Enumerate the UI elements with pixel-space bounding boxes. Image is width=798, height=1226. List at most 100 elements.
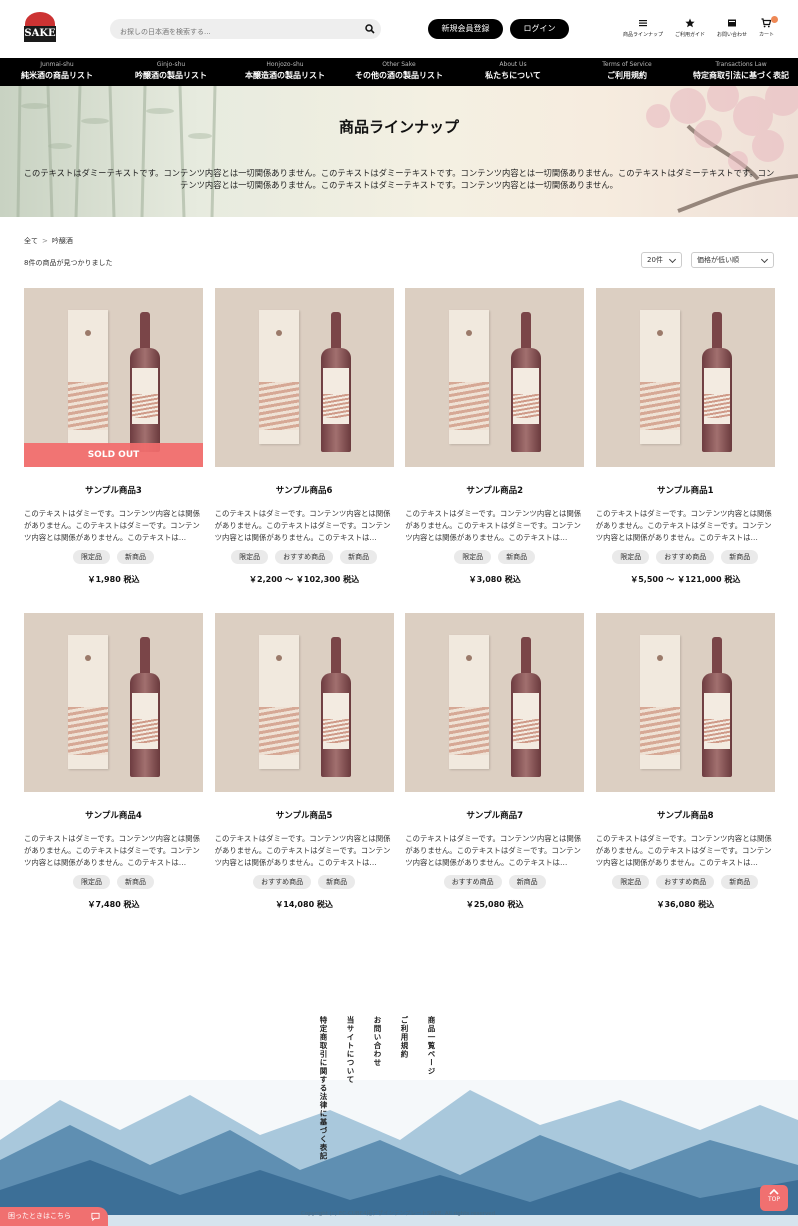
product-bottle-image (701, 312, 732, 452)
product-name[interactable]: サンプル商品3 (24, 484, 203, 496)
product-description: このテキストはダミーです。コンテンツ内容とは関係がありません。このテキストはダミ… (214, 834, 391, 867)
sold-out-badge: SOLD OUT (24, 443, 203, 467)
nav-item-ginjo[interactable]: Ginjo-shu 吟醸酒の製品リスト (114, 58, 228, 86)
product-price: ￥36,080 税込 (656, 900, 715, 909)
product-box-image (68, 635, 108, 769)
product-name[interactable]: サンプル商品6 (215, 484, 394, 496)
header-icon-menu: 商品ラインナップ ご利用ガイド お問い合わせ カート (623, 16, 778, 38)
product-tag: 新商品 (508, 875, 546, 889)
search-input[interactable] (110, 22, 350, 42)
product-description: このテキストはダミーです。コンテンツ内容とは関係がありません。このテキストはダミ… (405, 509, 582, 542)
menu-icon (638, 20, 647, 27)
help-button[interactable]: 困ったときはこちら (0, 1207, 108, 1226)
header-link-lineup[interactable]: 商品ラインナップ (623, 18, 663, 38)
product-tag: おすすめ商品 (253, 875, 312, 889)
product-image[interactable]: SOLD OUT (24, 288, 203, 467)
header-link-lineup-label: 商品ラインナップ (622, 32, 663, 38)
product-tag: 限定品 (73, 550, 110, 564)
product-name[interactable]: サンプル商品5 (215, 809, 394, 821)
search-icon[interactable] (365, 24, 375, 34)
hero-banner: 商品ラインナップ このテキストはダミーテキストです。コンテンツ内容とは一切関係あ… (0, 86, 798, 217)
nav-item-about[interactable]: About Us 私たちについて (456, 58, 570, 86)
product-card[interactable]: SOLD OUT サンプル商品3 このテキストはダミーです。コンテンツ内容とは関… (24, 288, 203, 613)
nav-item-honjozo[interactable]: Honjozo-shu 本醸造酒の製品リスト (228, 58, 342, 86)
product-image[interactable] (24, 613, 203, 792)
product-card[interactable]: サンプル商品5 このテキストはダミーです。コンテンツ内容とは関係がありません。こ… (214, 613, 394, 938)
cherry-blossom-illustration (646, 86, 798, 213)
chat-icon (91, 1212, 100, 1221)
product-image[interactable] (595, 613, 775, 792)
product-image[interactable] (405, 613, 585, 792)
product-tag: おすすめ商品 (656, 875, 715, 889)
nav-item-other-sake[interactable]: Other Sake その他の酒の製品リスト (342, 58, 456, 86)
product-name[interactable]: サンプル商品8 (596, 809, 775, 821)
product-name[interactable]: サンプル商品7 (405, 809, 584, 821)
header-link-cart[interactable]: カート (758, 16, 778, 38)
product-image[interactable] (214, 613, 394, 792)
header-link-cart-label: カート (758, 32, 774, 38)
product-tag: 新商品 (340, 550, 378, 564)
nav-item-en: Terms of Service (602, 61, 652, 68)
nav-item-jp: 吟醸酒の製品リスト (135, 71, 207, 80)
sort-value: 価格が低い順 (697, 256, 739, 264)
per-page-select[interactable]: 20件 (641, 252, 682, 268)
footer-link-contact[interactable]: お問い合わせ (372, 1016, 383, 1161)
product-card[interactable]: サンプル商品6 このテキストはダミーです。コンテンツ内容とは関係がありません。こ… (214, 288, 394, 613)
product-name[interactable]: サンプル商品1 (596, 484, 775, 496)
nav-item-jp: 私たちについて (485, 71, 541, 80)
result-count: 8件の商品が見つかりました (24, 259, 113, 267)
product-tag: 限定品 (73, 875, 110, 889)
header-link-contact[interactable]: お問い合わせ (717, 18, 747, 38)
cart-badge (771, 16, 778, 23)
product-image[interactable] (405, 288, 585, 467)
nav-item-en: Other Sake (382, 61, 416, 68)
login-button[interactable]: ログイン (510, 19, 569, 39)
product-image[interactable] (595, 288, 775, 467)
product-grid: SOLD OUT サンプル商品3 このテキストはダミーです。コンテンツ内容とは関… (24, 288, 775, 938)
product-price: ￥1,980 税込 (87, 575, 140, 584)
star-icon (685, 18, 695, 28)
product-tags: おすすめ商品 新商品 (215, 875, 394, 889)
header-link-guide[interactable]: ご利用ガイド (675, 18, 705, 38)
product-price: ￥2,200 〜 ￥102,300 税込 (249, 575, 360, 584)
product-box-image (258, 635, 299, 769)
nav-item-terms[interactable]: Terms of Service ご利用規約 (570, 58, 684, 86)
product-card[interactable]: サンプル商品1 このテキストはダミーです。コンテンツ内容とは関係がありません。こ… (595, 288, 775, 613)
nav-item-jp: 純米酒の商品リスト (21, 71, 93, 80)
nav-item-transactions-law[interactable]: Transactions Law 特定商取引法に基づく表記 (684, 58, 798, 86)
product-card[interactable]: サンプル商品2 このテキストはダミーです。コンテンツ内容とは関係がありません。こ… (405, 288, 585, 613)
sort-select[interactable]: 価格が低い順 (691, 252, 774, 268)
chevron-down-icon (760, 255, 769, 264)
back-to-top-button[interactable]: TOP (760, 1185, 788, 1211)
footer-link-product-list[interactable]: 商品一覧ページ (426, 1016, 437, 1161)
nav-item-junmai[interactable]: Junmai-shu 純米酒の商品リスト (0, 58, 114, 86)
page-title: 商品ラインナップ (338, 118, 459, 136)
product-card[interactable]: サンプル商品8 このテキストはダミーです。コンテンツ内容とは関係がありません。こ… (595, 613, 775, 938)
product-tag: 限定品 (454, 550, 492, 564)
footer-link-about[interactable]: 当サイトについて (345, 1016, 356, 1161)
product-tags: 限定品 おすすめ商品 新商品 (596, 875, 775, 889)
footer-link-terms[interactable]: ご利用規約 (399, 1016, 410, 1161)
product-card[interactable]: サンプル商品7 このテキストはダミーです。コンテンツ内容とは関係がありません。こ… (405, 613, 585, 938)
footer-links: 特定商取引に関する法律に基づく表記 当サイトについて お問い合わせ ご利用規約 … (318, 1016, 437, 1161)
breadcrumb-root-link[interactable]: 全て (24, 237, 38, 245)
product-card[interactable]: サンプル商品4 このテキストはダミーです。コンテンツ内容とは関係がありません。こ… (24, 613, 203, 938)
footer-link-transactions-law[interactable]: 特定商取引に関する法律に基づく表記 (318, 1016, 329, 1161)
product-bottle-image (320, 312, 351, 452)
breadcrumb-current: 吟醸酒 (51, 237, 73, 245)
product-price: ￥25,080 税込 (465, 900, 524, 909)
chevron-up-icon (769, 1188, 779, 1195)
product-description: このテキストはダミーです。コンテンツ内容とは関係がありません。このテキストはダミ… (595, 509, 772, 542)
site-logo[interactable]: SAKE (24, 12, 56, 46)
product-tags: 限定品 おすすめ商品 新商品 (215, 550, 394, 564)
product-box-image (639, 310, 680, 444)
product-name[interactable]: サンプル商品4 (24, 809, 203, 821)
register-button[interactable]: 新規会員登録 (428, 19, 503, 39)
product-tag: 新商品 (721, 875, 759, 889)
product-price: ￥3,080 税込 (468, 575, 521, 584)
product-image[interactable] (214, 288, 394, 467)
product-bottle-image (320, 637, 351, 777)
product-tag: 新商品 (318, 875, 356, 889)
product-name[interactable]: サンプル商品2 (405, 484, 584, 496)
bamboo-illustration (16, 86, 217, 217)
